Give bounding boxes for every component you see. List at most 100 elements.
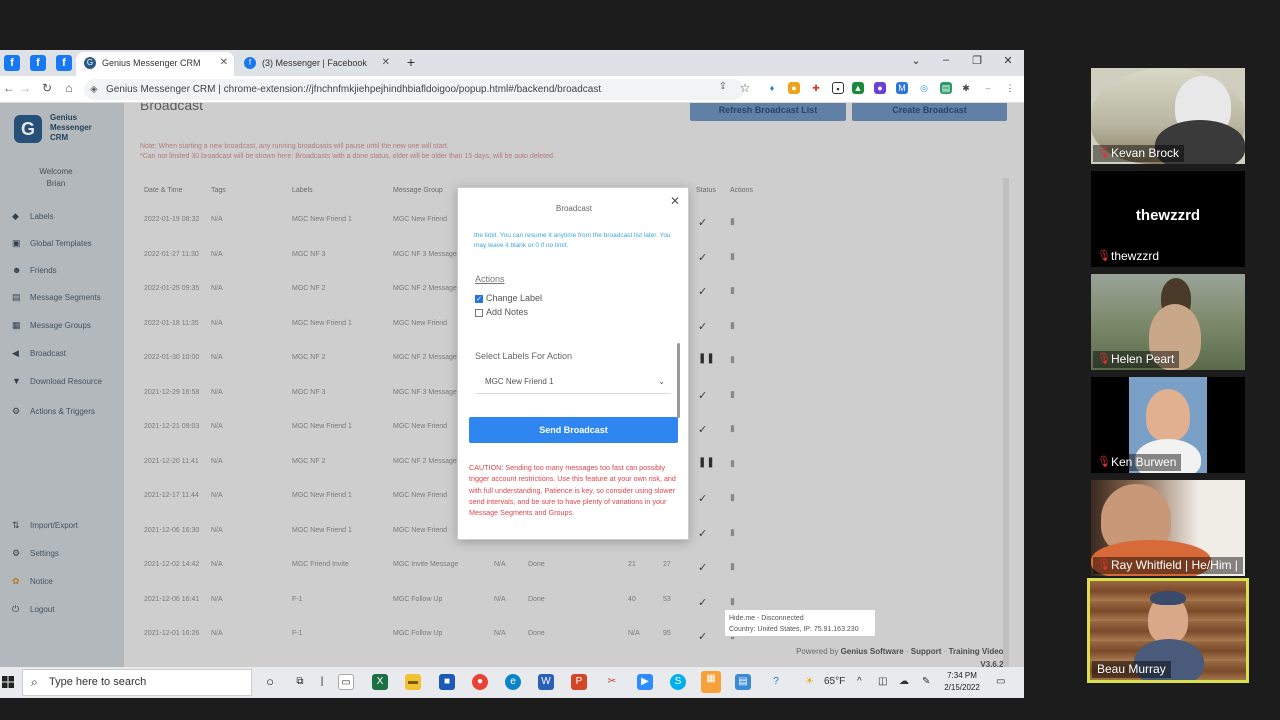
participant-video bbox=[1150, 591, 1186, 605]
app-icon[interactable]: ▭ bbox=[338, 674, 354, 690]
participant-tile-beau-murray-active-speaker[interactable]: Beau Murray bbox=[1087, 578, 1249, 683]
chevron-down-icon: ⌄ bbox=[658, 377, 665, 386]
muted-mic-icon: 🎙 bbox=[1097, 353, 1111, 365]
extension-icon[interactable]: M bbox=[896, 82, 908, 94]
new-tab-button[interactable]: + bbox=[401, 54, 421, 70]
selected-label-value: MGC New Friend 1 bbox=[485, 377, 554, 386]
participant-tile-thewzzrd[interactable]: thewzzrd 🎙 thewzzrd bbox=[1091, 171, 1245, 267]
participant-display-name: thewzzrd bbox=[1135, 207, 1201, 224]
extension-icon[interactable]: ▪ bbox=[832, 82, 844, 94]
store-icon[interactable]: ■ bbox=[439, 674, 455, 690]
reload-icon[interactable]: ↻ bbox=[38, 81, 56, 95]
pinned-tab-facebook-icon[interactable]: f bbox=[4, 55, 20, 71]
tab-genius-messenger[interactable]: G Genius Messenger CRM ✕ bbox=[76, 52, 234, 76]
active-app-icon[interactable]: ▦ bbox=[701, 671, 721, 693]
add-notes-checkbox[interactable]: Add Notes bbox=[475, 307, 528, 317]
excel-icon[interactable]: X bbox=[372, 674, 388, 690]
participant-name: 🎙 thewzzrd bbox=[1097, 249, 1160, 263]
extension-icon[interactable]: ✚ bbox=[810, 82, 822, 94]
skype-icon[interactable]: S bbox=[670, 674, 686, 690]
tray-icon[interactable]: ◫ bbox=[878, 676, 887, 687]
muted-mic-icon: 🎙 bbox=[1097, 250, 1111, 262]
genius-favicon-icon: G bbox=[84, 57, 96, 69]
restore-icon[interactable]: ❐ bbox=[967, 54, 987, 67]
facebook-favicon-icon: f bbox=[244, 57, 256, 69]
muted-mic-icon: 🎙 bbox=[1097, 147, 1111, 159]
modal-scrollbar[interactable] bbox=[677, 343, 680, 418]
participant-name: 🎙 Kevan Brock bbox=[1093, 145, 1185, 162]
forward-icon[interactable]: → bbox=[16, 81, 34, 95]
limit-help-text: the limit. You can resume it anytime fro… bbox=[474, 232, 671, 249]
muted-mic-icon: 🎙 bbox=[1097, 559, 1111, 571]
participant-tile-ray-whitfield[interactable]: 🎙 Ray Whitfield | He/Him | bbox=[1091, 480, 1245, 576]
minimize-icon[interactable]: – bbox=[936, 54, 956, 66]
change-label-checkbox[interactable]: ✓ Change Label bbox=[475, 293, 542, 303]
tab-messenger-facebook[interactable]: f (3) Messenger | Facebook ✕ bbox=[236, 52, 396, 76]
caution-text: CAUTION: Sending too many messages too f… bbox=[469, 463, 676, 518]
powerpoint-icon[interactable]: P bbox=[571, 674, 587, 690]
participant-tile-kevan-brock[interactable]: 🎙 Kevan Brock bbox=[1091, 68, 1245, 164]
notification-icon[interactable]: ▭ bbox=[996, 676, 1005, 687]
tab-label: (3) Messenger | Facebook bbox=[262, 58, 367, 68]
extension-icon[interactable]: ♦ bbox=[766, 82, 778, 94]
file-explorer-icon[interactable]: ▬ bbox=[405, 674, 421, 690]
divider-icon: | bbox=[320, 676, 324, 687]
select-labels-heading: Select Labels For Action bbox=[475, 351, 573, 361]
bookmark-star-icon[interactable]: ☆ bbox=[736, 81, 754, 95]
help-icon[interactable]: ? bbox=[768, 674, 784, 690]
participant-name: 🎙 Helen Peart bbox=[1093, 351, 1180, 368]
checkbox-unchecked-icon[interactable] bbox=[475, 308, 483, 317]
pen-icon[interactable]: ✎ bbox=[922, 676, 930, 687]
search-icon: ⌕ bbox=[31, 675, 38, 689]
weather-temp[interactable]: 65°F bbox=[824, 676, 845, 687]
extension-icon[interactable]: ● bbox=[788, 82, 800, 94]
address-bar[interactable]: ◈ Genius Messenger CRM | chrome-extensio… bbox=[84, 79, 744, 100]
extension-icon[interactable]: ● bbox=[874, 82, 886, 94]
browser-toolbar: ← → ↻ ⌂ ◈ Genius Messenger CRM | chrome-… bbox=[0, 76, 1024, 103]
pinned-tab-facebook-icon[interactable]: f bbox=[30, 55, 46, 71]
tray-icon[interactable]: ☁ bbox=[899, 676, 909, 687]
send-broadcast-button[interactable]: Send Broadcast bbox=[469, 417, 678, 443]
close-icon[interactable]: ✕ bbox=[670, 194, 680, 208]
extension-icon[interactable]: ▲ bbox=[852, 82, 864, 94]
profile-icon[interactable]: – bbox=[982, 82, 994, 94]
share-icon[interactable]: ⇪ bbox=[714, 81, 732, 92]
close-window-icon[interactable]: ✕ bbox=[998, 54, 1018, 67]
extension-icon[interactable]: ◎ bbox=[918, 82, 930, 94]
extensions-puzzle-icon[interactable]: ✱ bbox=[960, 82, 972, 94]
taskbar-clock[interactable]: 7:34 PM 2/15/2022 bbox=[942, 670, 982, 694]
task-view-icon[interactable]: ⧉ bbox=[292, 674, 308, 690]
label-select[interactable]: MGC New Friend 1 ⌄ bbox=[475, 370, 671, 394]
close-tab-icon[interactable]: ✕ bbox=[220, 52, 228, 74]
snip-tool-icon[interactable]: ✂ bbox=[604, 674, 620, 690]
windows-taskbar: ⌕ Type here to search ○ ⧉ | ▭ X ▬ ■ ● e … bbox=[0, 667, 1024, 698]
muted-mic-icon: 🎙 bbox=[1097, 456, 1111, 468]
close-tab-icon[interactable]: ✕ bbox=[382, 52, 390, 74]
browser-menu-icon[interactable]: ⋮ bbox=[1004, 82, 1016, 94]
app-icon[interactable]: ▤ bbox=[735, 674, 751, 690]
weather-icon[interactable]: ☀ bbox=[805, 676, 814, 687]
tray-chevron-icon[interactable]: ^ bbox=[857, 676, 862, 687]
participant-tile-ken-burwen[interactable]: 🎙 Ken Burwen bbox=[1091, 377, 1245, 473]
tab-search-icon[interactable]: ⌄ bbox=[906, 54, 926, 67]
extension-icon[interactable]: ▤ bbox=[940, 82, 952, 94]
participant-name: 🎙 Ken Burwen bbox=[1093, 454, 1182, 471]
zoom-icon[interactable]: ▶ bbox=[637, 674, 653, 690]
checkbox-checked-icon[interactable]: ✓ bbox=[475, 294, 483, 303]
shared-screen: f f f G Genius Messenger CRM ✕ f (3) Mes… bbox=[0, 50, 1024, 698]
chrome-icon[interactable]: ● bbox=[472, 674, 488, 690]
broadcast-modal: Broadcast ✕ the limit. You can resume it… bbox=[457, 187, 689, 540]
actions-heading: Actions bbox=[475, 274, 505, 284]
url-text: Genius Messenger CRM | chrome-extension:… bbox=[106, 84, 602, 95]
windows-start-icon[interactable] bbox=[2, 676, 14, 688]
pinned-tab-facebook-icon[interactable]: f bbox=[56, 55, 72, 71]
edge-icon[interactable]: e bbox=[505, 674, 521, 690]
participant-video bbox=[1146, 389, 1190, 441]
home-icon[interactable]: ⌂ bbox=[60, 81, 78, 95]
participant-name: 🎙 Ray Whitfield | He/Him | bbox=[1093, 557, 1243, 574]
participant-tile-helen-peart[interactable]: 🎙 Helen Peart bbox=[1091, 274, 1245, 370]
cortana-icon[interactable]: ○ bbox=[262, 674, 278, 690]
word-icon[interactable]: W bbox=[538, 674, 554, 690]
taskbar-search-input[interactable]: ⌕ Type here to search bbox=[22, 669, 252, 696]
extension-page-icon: ◈ bbox=[90, 84, 98, 95]
